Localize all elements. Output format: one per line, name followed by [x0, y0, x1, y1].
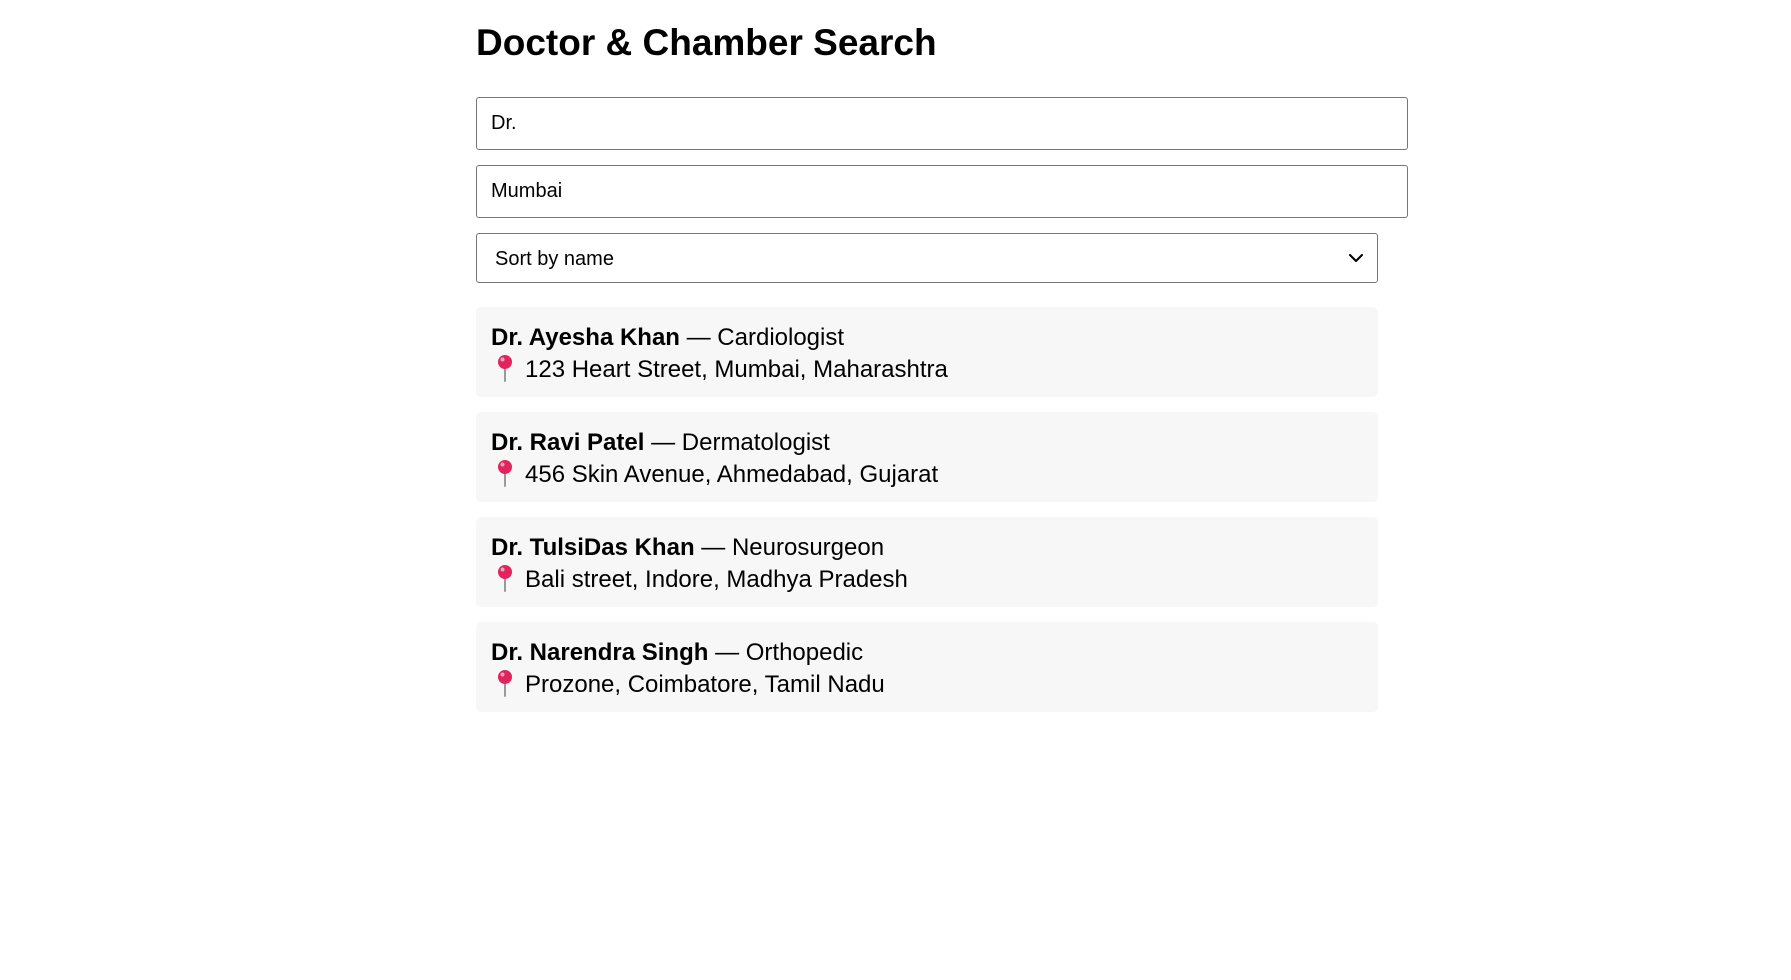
- doctor-name: Dr. TulsiDas Khan: [491, 534, 695, 561]
- doctor-card[interactable]: Dr. Ravi Patel — Dermatologist 456 Skin …: [476, 412, 1378, 502]
- doctor-specialty: Dermatologist: [681, 429, 830, 456]
- results-list: Dr. Ayesha Khan — Cardiologist 123 Heart…: [476, 307, 1378, 727]
- doctor-address-line: Bali street, Indore, Madhya Pradesh: [491, 564, 1363, 596]
- doctor-address: Bali street, Indore, Madhya Pradesh: [525, 566, 908, 593]
- doctor-card[interactable]: Dr. Narendra Singh — Orthopedic Prozone,…: [476, 622, 1378, 712]
- separator: —: [701, 534, 726, 561]
- round-pushpin-icon: [498, 354, 512, 382]
- doctor-address-line: 123 Heart Street, Mumbai, Maharashtra: [491, 354, 1363, 386]
- doctor-name: Dr. Narendra Singh: [491, 639, 709, 666]
- chevron-down-icon: [1349, 254, 1363, 262]
- doctor-specialty: Cardiologist: [717, 324, 845, 351]
- separator: —: [686, 324, 711, 351]
- doctor-heading: Dr. Ravi Patel — Dermatologist: [491, 427, 1363, 459]
- doctor-card[interactable]: Dr. Ayesha Khan — Cardiologist 123 Heart…: [476, 307, 1378, 397]
- doctor-card[interactable]: Dr. TulsiDas Khan — Neurosurgeon Bali st…: [476, 517, 1378, 607]
- doctor-name: Dr. Ayesha Khan: [491, 324, 680, 351]
- separator: —: [715, 639, 740, 666]
- sort-select-value: Sort by name: [495, 248, 614, 270]
- doctor-address: 456 Skin Avenue, Ahmedabad, Gujarat: [525, 461, 939, 488]
- round-pushpin-icon: [498, 669, 512, 697]
- sort-select[interactable]: Sort by name: [476, 233, 1378, 283]
- doctor-heading: Dr. TulsiDas Khan — Neurosurgeon: [491, 532, 1363, 564]
- doctor-address-line: 456 Skin Avenue, Ahmedabad, Gujarat: [491, 459, 1363, 491]
- doctor-name-input[interactable]: [476, 97, 1408, 150]
- page-title: Doctor & Chamber Search: [476, 22, 937, 63]
- separator: —: [651, 429, 676, 456]
- doctor-heading: Dr. Ayesha Khan — Cardiologist: [491, 322, 1363, 354]
- doctor-heading: Dr. Narendra Singh — Orthopedic: [491, 637, 1363, 669]
- doctor-name: Dr. Ravi Patel: [491, 429, 645, 456]
- doctor-address: Prozone, Coimbatore, Tamil Nadu: [525, 671, 885, 698]
- doctor-address-line: Prozone, Coimbatore, Tamil Nadu: [491, 669, 1363, 701]
- doctor-specialty: Orthopedic: [745, 639, 864, 666]
- round-pushpin-icon: [498, 459, 512, 487]
- city-input[interactable]: [476, 165, 1408, 218]
- doctor-address: 123 Heart Street, Mumbai, Maharashtra: [525, 356, 948, 383]
- round-pushpin-icon: [498, 564, 512, 592]
- doctor-specialty: Neurosurgeon: [731, 534, 885, 561]
